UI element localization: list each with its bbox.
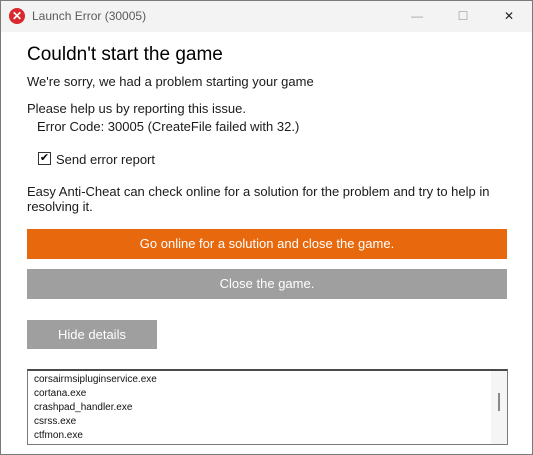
- go-online-button[interactable]: Go online for a solution and close the g…: [27, 229, 507, 259]
- hide-details-button[interactable]: Hide details: [27, 320, 157, 349]
- details-listbox[interactable]: corsairmsipluginservice.exe cortana.exe …: [27, 369, 508, 445]
- launch-error-window: ✕ Launch Error (30005) — ☐ ✕ Couldn't st…: [0, 0, 533, 455]
- send-error-report-checkbox[interactable]: ✔: [38, 152, 51, 165]
- list-scrollbar[interactable]: [491, 371, 507, 444]
- window-title: Launch Error (30005): [32, 9, 147, 23]
- title-bar[interactable]: ✕ Launch Error (30005) — ☐ ✕: [1, 1, 532, 32]
- maximize-button: ☐: [457, 9, 469, 23]
- minimize-button: —: [411, 9, 423, 23]
- page-title: Couldn't start the game: [27, 44, 223, 65]
- anti-cheat-info-text: Easy Anti-Cheat can check online for a s…: [27, 184, 490, 214]
- list-item[interactable]: csrss.exe: [34, 416, 76, 427]
- send-error-report-label[interactable]: Send error report: [56, 152, 155, 167]
- error-icon: ✕: [9, 8, 25, 24]
- list-item[interactable]: corsairmsipluginservice.exe: [34, 374, 157, 385]
- list-item[interactable]: crashpad_handler.exe: [34, 402, 132, 413]
- list-item[interactable]: ctfmon.exe: [34, 430, 83, 441]
- help-text: Please help us by reporting this issue.: [27, 101, 246, 116]
- close-window-button[interactable]: ✕: [486, 1, 532, 32]
- apology-text: We're sorry, we had a problem starting y…: [27, 74, 314, 89]
- error-code-text: Error Code: 30005 (CreateFile failed wit…: [37, 119, 300, 134]
- scroll-thumb[interactable]: [498, 393, 500, 411]
- close-game-button[interactable]: Close the game.: [27, 269, 507, 299]
- list-item[interactable]: cortana.exe: [34, 388, 86, 399]
